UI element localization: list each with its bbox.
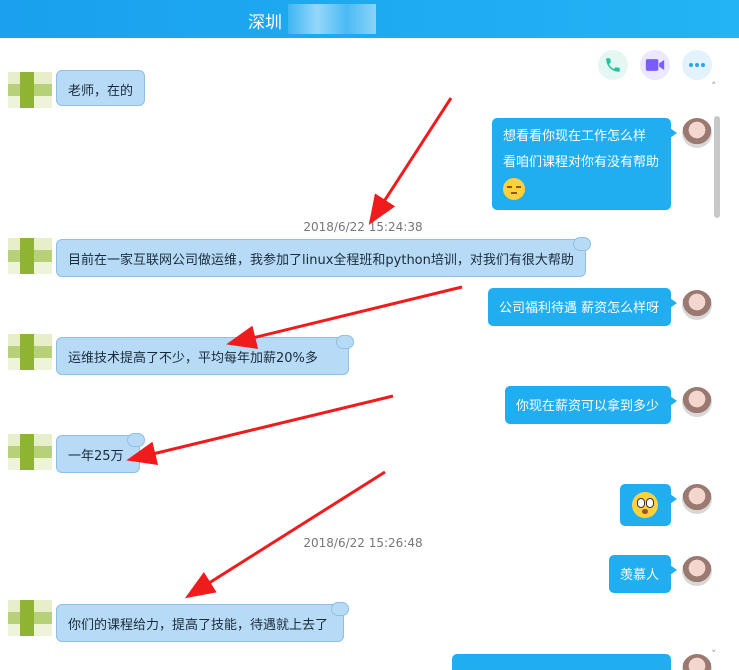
sleepy-emoji-icon bbox=[503, 178, 525, 200]
outgoing-message: 想看看你现在工作怎么样 看咱们课程对你有没有帮助 bbox=[492, 118, 677, 210]
message-text: 老师，在的 bbox=[68, 84, 134, 99]
timestamp: 2018/6/22 15:26:48 bbox=[303, 536, 423, 550]
incoming-message: 一年25万 bbox=[56, 433, 145, 473]
incoming-message: 你们的课程给力，提高了技能，待遇就上去了 bbox=[56, 602, 349, 642]
video-call-button[interactable] bbox=[640, 50, 670, 80]
incoming-message: 目前在一家互联网公司做运维，我参加了linux全程班和python培训，对我们有… bbox=[56, 237, 591, 277]
message-text: 一年25万 bbox=[68, 449, 124, 464]
scroll-up-button[interactable]: ˄ bbox=[711, 80, 717, 93]
video-icon bbox=[645, 59, 665, 71]
surprised-emoji-icon bbox=[632, 492, 658, 518]
contact-avatar[interactable] bbox=[8, 600, 52, 636]
message-text: 想看看你现在工作怎么样 bbox=[503, 129, 647, 144]
contact-avatar[interactable] bbox=[8, 334, 52, 370]
incoming-message: 老师，在的 bbox=[56, 70, 146, 106]
message-text: 运维技术提高了不少，平均每年加薪20%多 bbox=[68, 351, 318, 366]
blurred-name bbox=[288, 4, 376, 34]
title-bar: 深圳 bbox=[0, 0, 739, 38]
outgoing-message bbox=[452, 654, 671, 670]
my-avatar[interactable] bbox=[682, 290, 712, 320]
timestamp: 2018/6/22 15:24:38 bbox=[303, 220, 423, 234]
my-avatar[interactable] bbox=[682, 484, 712, 514]
outgoing-message: 羡慕人 bbox=[609, 555, 677, 593]
message-text: 你现在薪资可以拿到多少 bbox=[516, 399, 660, 414]
message-text: 看咱们课程对你有没有帮助 bbox=[503, 155, 660, 170]
my-avatar[interactable] bbox=[682, 654, 712, 670]
phone-icon bbox=[606, 58, 620, 72]
my-avatar[interactable] bbox=[682, 118, 712, 148]
chat-title: 深圳 bbox=[248, 13, 282, 33]
scrollbar-thumb[interactable] bbox=[714, 116, 720, 218]
contact-avatar[interactable] bbox=[8, 72, 52, 108]
message-text: 公司福利待遇 薪资怎么样呀 bbox=[499, 301, 660, 316]
outgoing-message bbox=[620, 484, 677, 526]
message-text: 羡慕人 bbox=[620, 568, 660, 583]
more-options-button[interactable] bbox=[682, 50, 712, 80]
chat-panel: 老师，在的 想看看你现在工作怎么样 看咱们课程对你有没有帮助 2018/6/22… bbox=[0, 38, 726, 670]
contact-avatar[interactable] bbox=[8, 238, 52, 274]
contact-avatar[interactable] bbox=[8, 434, 52, 470]
message-text: 目前在一家互联网公司做运维，我参加了linux全程班和python培训，对我们有… bbox=[68, 253, 574, 268]
more-icon bbox=[689, 63, 705, 67]
my-avatar[interactable] bbox=[682, 387, 712, 417]
scroll-down-button[interactable]: ˅ bbox=[711, 648, 717, 661]
outgoing-message: 你现在薪资可以拿到多少 bbox=[505, 386, 677, 424]
my-avatar[interactable] bbox=[682, 556, 712, 586]
phone-call-button[interactable] bbox=[598, 50, 628, 80]
message-text: 你们的课程给力，提高了技能，待遇就上去了 bbox=[68, 618, 329, 633]
incoming-message: 运维技术提高了不少，平均每年加薪20%多 bbox=[56, 335, 354, 375]
outgoing-message: 公司福利待遇 薪资怎么样呀 bbox=[488, 288, 677, 326]
